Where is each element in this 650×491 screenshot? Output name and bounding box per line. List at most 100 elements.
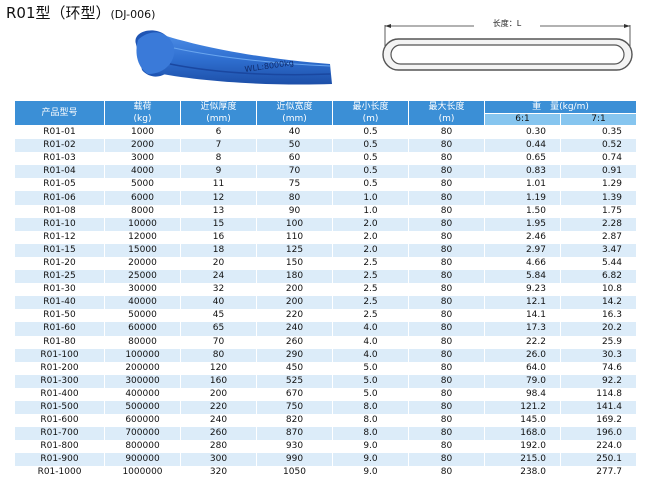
cell-min-length: 8.0	[332, 400, 409, 415]
cell-weight-6-1: 1.95	[484, 217, 561, 231]
cell-width: 80	[256, 191, 333, 205]
cell-thickness: 20	[180, 256, 257, 271]
cell-width: 70	[256, 165, 333, 179]
cell-thickness: 280	[180, 440, 257, 454]
table-row: R01-200 200000 120 450 5.0 80 64.0 74.6	[14, 361, 637, 375]
cell-max-length: 80	[408, 466, 485, 480]
cell-max-length: 80	[408, 165, 485, 179]
table-row: R01-80 80000 70 260 4.0 80 22.2 25.9	[14, 335, 637, 349]
cell-load: 40000	[104, 296, 181, 310]
cell-min-length: 4.0	[332, 322, 409, 336]
table-row: R01-400 400000 200 670 5.0 80 98.4 114.8	[14, 387, 637, 401]
cell-thickness: 120	[180, 361, 257, 375]
cell-weight-7-1: 250.1	[560, 453, 637, 467]
cell-weight-6-1: 64.0	[484, 361, 561, 375]
cell-load: 600000	[104, 414, 181, 428]
table-row: R01-900 900000 300 990 9.0 80 215.0 250.1	[14, 453, 637, 467]
cell-width: 100	[256, 217, 333, 231]
cell-min-length: 9.0	[332, 466, 409, 480]
header-width: 近似宽度 (mm)	[256, 100, 333, 126]
cell-thickness: 240	[180, 414, 257, 428]
cell-model: R01-80	[14, 335, 105, 349]
cell-min-length: 4.0	[332, 335, 409, 349]
cell-max-length: 80	[408, 400, 485, 415]
cell-load: 15000	[104, 243, 181, 257]
cell-load: 500000	[104, 400, 181, 415]
cell-width: 525	[256, 374, 333, 388]
cell-thickness: 12	[180, 191, 257, 205]
cell-weight-6-1: 1.19	[484, 191, 561, 205]
header-load: 载荷 (kg)	[104, 100, 181, 126]
cell-width: 990	[256, 453, 333, 467]
cell-weight-6-1: 121.2	[484, 400, 561, 415]
cell-min-length: 9.0	[332, 453, 409, 467]
round-sling-photo: WLL:8000kg	[135, 30, 332, 85]
table-row: R01-300 300000 160 525 5.0 80 79.0 92.2	[14, 374, 637, 388]
cell-weight-7-1: 0.74	[560, 152, 637, 166]
cell-load: 700000	[104, 427, 181, 441]
cell-model: R01-800	[14, 440, 105, 454]
cell-width: 150	[256, 256, 333, 271]
cell-width: 750	[256, 400, 333, 415]
cell-weight-7-1: 16.3	[560, 309, 637, 323]
cell-weight-7-1: 5.44	[560, 256, 637, 271]
cell-width: 240	[256, 322, 333, 336]
cell-min-length: 2.0	[332, 243, 409, 257]
cell-max-length: 80	[408, 283, 485, 297]
cell-load: 50000	[104, 309, 181, 323]
cell-weight-6-1: 2.97	[484, 243, 561, 257]
cell-thickness: 45	[180, 309, 257, 323]
cell-model: R01-40	[14, 296, 105, 310]
cell-load: 3000	[104, 152, 181, 166]
cell-width: 260	[256, 335, 333, 349]
cell-min-length: 9.0	[332, 440, 409, 454]
cell-width: 290	[256, 348, 333, 362]
cell-model: R01-60	[14, 322, 105, 336]
cell-min-length: 1.0	[332, 204, 409, 218]
table-row: R01-20 20000 20 150 2.5 80 4.66 5.44	[14, 256, 637, 271]
cell-weight-6-1: 14.1	[484, 309, 561, 323]
cell-model: R01-500	[14, 400, 105, 415]
cell-min-length: 2.5	[332, 283, 409, 297]
cell-max-length: 80	[408, 427, 485, 441]
cell-load: 10000	[104, 217, 181, 231]
cell-thickness: 320	[180, 466, 257, 480]
cell-weight-7-1: 30.3	[560, 348, 637, 362]
cell-weight-7-1: 1.39	[560, 191, 637, 205]
cell-weight-6-1: 192.0	[484, 440, 561, 454]
cell-max-length: 80	[408, 387, 485, 401]
cell-model: R01-200	[14, 361, 105, 375]
cell-model: R01-20	[14, 256, 105, 271]
cell-weight-6-1: 9.23	[484, 283, 561, 297]
header-max-length: 最大长度 (m)	[408, 100, 485, 126]
cell-weight-6-1: 145.0	[484, 414, 561, 428]
cell-min-length: 2.5	[332, 256, 409, 271]
cell-model: R01-300	[14, 374, 105, 388]
cell-width: 930	[256, 440, 333, 454]
cell-weight-7-1: 10.8	[560, 283, 637, 297]
cell-width: 1050	[256, 466, 333, 480]
cell-weight-6-1: 79.0	[484, 374, 561, 388]
cell-thickness: 160	[180, 374, 257, 388]
cell-weight-7-1: 92.2	[560, 374, 637, 388]
cell-model: R01-05	[14, 178, 105, 192]
cell-max-length: 80	[408, 256, 485, 271]
cell-model: R01-25	[14, 270, 105, 284]
cell-thickness: 8	[180, 152, 257, 166]
cell-weight-7-1: 141.4	[560, 400, 637, 415]
cell-load: 400000	[104, 387, 181, 401]
table-row: R01-15 15000 18 125 2.0 80 2.97 3.47	[14, 243, 637, 257]
cell-weight-6-1: 22.2	[484, 335, 561, 349]
cell-max-length: 80	[408, 440, 485, 454]
table-row: R01-02 2000 7 50 0.5 80 0.44 0.52	[14, 139, 637, 153]
cell-thickness: 300	[180, 453, 257, 467]
cell-weight-7-1: 25.9	[560, 335, 637, 349]
cell-thickness: 40	[180, 296, 257, 310]
cell-width: 90	[256, 204, 333, 218]
table-row: R01-08 8000 13 90 1.0 80 1.50 1.75	[14, 204, 637, 218]
cell-weight-7-1: 2.87	[560, 230, 637, 244]
cell-load: 25000	[104, 270, 181, 284]
table-row: R01-800 800000 280 930 9.0 80 192.0 224.0	[14, 440, 637, 454]
table-row: R01-600 600000 240 820 8.0 80 145.0 169.2	[14, 414, 637, 428]
table-row: R01-01 1000 6 40 0.5 80 0.30 0.35	[14, 125, 637, 140]
